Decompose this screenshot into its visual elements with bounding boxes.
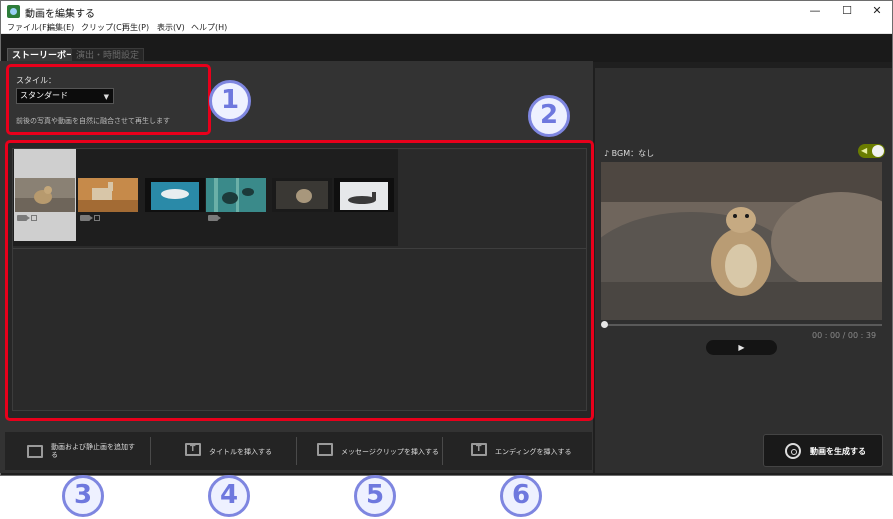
clip-thumbnail[interactable] (78, 178, 138, 212)
message-clip-icon (317, 443, 333, 456)
insert-message-button[interactable]: メッセージクリップを挿入する (297, 432, 442, 470)
style-select-value: スタンダード (20, 91, 68, 100)
clip-badge-icon (31, 215, 37, 221)
play-button[interactable]: ▶ (706, 340, 777, 355)
menu-playback[interactable]: 再生(P) (122, 22, 149, 34)
film-reel-icon (785, 443, 801, 459)
style-label: スタイル： (16, 76, 56, 85)
generate-video-button[interactable]: 動画を生成する (763, 434, 883, 467)
menu-file[interactable]: ファイル(F) (7, 22, 50, 34)
insert-ending-button[interactable]: T エンディングを挿入する (443, 432, 592, 470)
minimize-button[interactable]: — (800, 2, 830, 21)
app-icon (7, 5, 20, 18)
speaker-icon: ◀ (861, 146, 868, 155)
callout-5: 5 (354, 475, 396, 517)
insert-message-label: メッセージクリップを挿入する (341, 448, 439, 456)
video-clip-icon (80, 215, 93, 221)
title-icon: T (185, 443, 201, 456)
bgm-toggle[interactable]: ◀ (858, 144, 885, 158)
clip-thumbnail[interactable] (272, 178, 332, 212)
clip-thumbnail[interactable] (145, 178, 205, 212)
tab-effects[interactable]: 演出・時間設定 (71, 48, 145, 62)
ending-icon: T (471, 443, 487, 456)
clip-thumbnail[interactable] (334, 178, 394, 212)
toggle-knob (872, 145, 884, 157)
maximize-button[interactable]: ☐ (832, 2, 862, 21)
menu-help[interactable]: ヘルプ(H) (191, 22, 227, 34)
seek-handle[interactable] (601, 321, 608, 328)
music-note-icon: ♪ (604, 149, 612, 158)
title-bar: 動画を編集する — ☐ ✕ (1, 1, 892, 22)
callout-1: 1 (209, 80, 251, 122)
callout-2: 2 (528, 95, 570, 137)
tab-strip: ストーリーボード 演出・時間設定 (1, 34, 892, 62)
callout-4: 4 (208, 475, 250, 517)
add-media-button[interactable]: 動画および静止画を追加する (5, 432, 150, 470)
video-clip-icon (17, 215, 30, 221)
clip-badge-icon (94, 215, 100, 221)
preview-video (601, 162, 882, 320)
callout-3: 3 (62, 475, 104, 517)
menu-edit[interactable]: 編集(E) (47, 22, 74, 34)
insert-title-label: タイトルを挿入する (209, 448, 272, 456)
window-title: 動画を編集する (25, 9, 95, 20)
style-description: 前後の写真や動画を自然に融合させて再生します (16, 117, 170, 125)
video-clip-icon (208, 215, 221, 221)
insert-title-button[interactable]: T タイトルを挿入する (151, 432, 296, 470)
play-icon: ▶ (738, 343, 745, 352)
menu-bar: ファイル(F) 編集(E) クリップ(C) 再生(P) 表示(V) ヘルプ(H) (1, 22, 892, 34)
add-media-icon (27, 445, 43, 458)
clip-thumbnail[interactable] (206, 178, 266, 212)
seek-bar[interactable] (604, 324, 882, 326)
timecode: 00 : 00 / 00 : 39 (812, 331, 877, 340)
prairie-dog-image (601, 162, 882, 320)
insert-ending-label: エンディングを挿入する (495, 448, 572, 456)
chevron-down-icon: ▼ (103, 93, 109, 101)
close-button[interactable]: ✕ (862, 2, 892, 21)
clip-thumbnail[interactable] (15, 178, 75, 212)
style-select[interactable]: スタンダード ▼ (16, 88, 114, 104)
app-root: 動画を編集する — ☐ ✕ ファイル(F) 編集(E) クリップ(C) 再生(P… (0, 0, 893, 519)
menu-view[interactable]: 表示(V) (157, 22, 185, 34)
add-media-label: 動画および静止画を追加する (51, 443, 135, 459)
callout-6: 6 (500, 475, 542, 517)
menu-clip[interactable]: クリップ(C) (81, 22, 125, 34)
bgm-label: BGM：なし (611, 149, 655, 158)
row-divider (13, 248, 586, 249)
bgm-status: ♪ BGM：なし (604, 148, 654, 159)
generate-label: 動画を生成する (810, 447, 866, 456)
